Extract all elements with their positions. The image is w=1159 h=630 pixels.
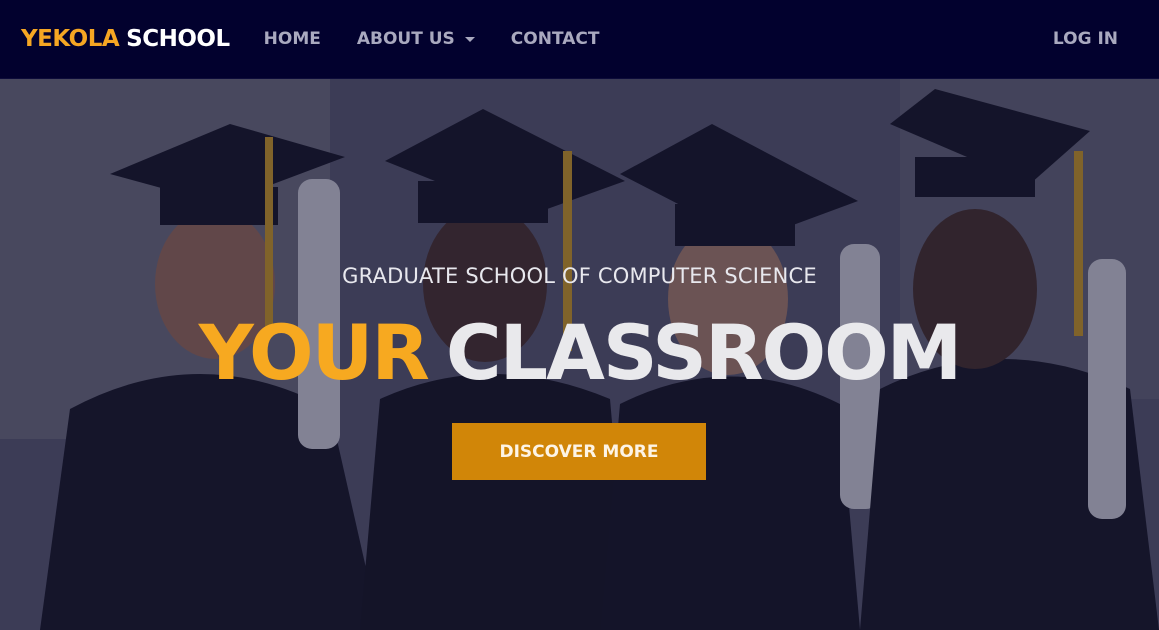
hero-subtitle: GRADUATE SCHOOL OF COMPUTER SCIENCE	[342, 264, 817, 288]
caret-down-icon	[464, 36, 475, 42]
hero-headline-accent: YOUR	[198, 308, 430, 397]
nav-link-label: ABOUT US	[356, 29, 455, 49]
brand-name-part1: YEKOLA	[21, 26, 120, 52]
nav-link-label: HOME	[263, 29, 321, 49]
hero-headline-main: CLASSROOM	[445, 308, 962, 397]
hero-banner: GRADUATE SCHOOL OF COMPUTER SCIENCE YOUR…	[0, 79, 1159, 630]
discover-more-button[interactable]: DISCOVER MORE	[452, 423, 706, 480]
nav-link-label: CONTACT	[510, 29, 600, 49]
login-link[interactable]: LOG IN	[1053, 29, 1118, 49]
nav-link-about-us-dropdown[interactable]: ABOUT US	[357, 29, 475, 49]
hero-headline: YOUR CLASSROOM	[0, 315, 1159, 391]
brand-name-part2: SCHOOL	[126, 26, 230, 52]
top-navbar: YEKOLA SCHOOL HOME ABOUT US CONTACT LOG …	[0, 0, 1159, 79]
nav-link-contact[interactable]: CONTACT	[511, 29, 600, 49]
nav-link-home[interactable]: HOME	[264, 29, 321, 49]
brand-logo[interactable]: YEKOLA SCHOOL	[21, 26, 230, 52]
nav-links: HOME ABOUT US CONTACT	[264, 29, 636, 49]
